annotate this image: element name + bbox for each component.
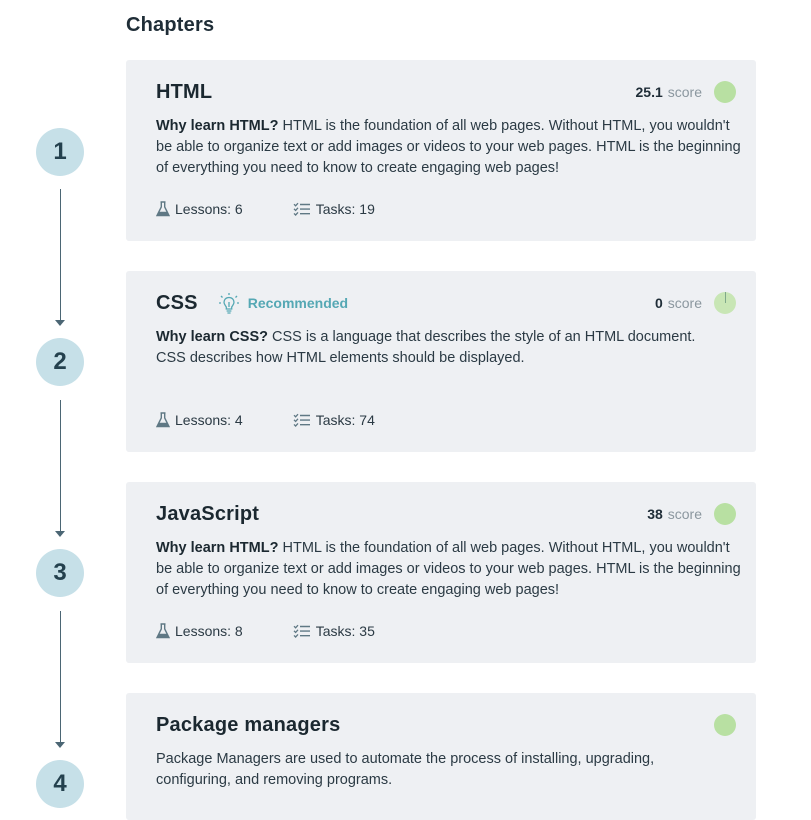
chapter-score — [702, 714, 736, 736]
chapter-score: 0 score — [655, 292, 736, 314]
chapter-description: Why learn HTML? HTML is the foundation o… — [156, 116, 746, 179]
chapter-card-package-managers[interactable]: Package managers Package Managers are us… — [126, 693, 756, 820]
checklist-icon — [293, 413, 310, 427]
step-number-4: 4 — [36, 760, 84, 808]
lessons-count: Lessons: 6 — [156, 201, 243, 217]
progress-circle-icon — [714, 503, 736, 525]
connector-arrow-icon — [54, 189, 66, 326]
description-lead: Why learn CSS? — [156, 329, 268, 345]
checklist-icon — [293, 202, 310, 216]
chapter-title[interactable]: HTML — [156, 81, 212, 104]
tasks-count: Tasks: 74 — [293, 412, 375, 428]
step-number-3: 3 — [36, 549, 84, 597]
chapter-title[interactable]: Package managers — [156, 714, 340, 737]
chapter-stats: Lessons: 8 Tasks: 35 — [156, 623, 375, 639]
tasks-count: Tasks: 19 — [293, 201, 375, 217]
chapter-score: 25.1 score — [636, 81, 736, 103]
flask-icon — [156, 412, 170, 428]
flask-icon — [156, 201, 170, 217]
chapter-score: 38 score — [647, 503, 736, 525]
score-label: score — [667, 84, 702, 100]
tasks-count: Tasks: 35 — [293, 623, 375, 639]
score-value: 38 — [647, 506, 663, 522]
progress-circle-icon — [714, 292, 736, 314]
description-lead: Why learn HTML? — [156, 540, 279, 556]
score-label: score — [667, 295, 702, 311]
lessons-count: Lessons: 8 — [156, 623, 243, 639]
chapter-description: Why learn HTML? HTML is the foundation o… — [156, 538, 746, 601]
chapters-heading: Chapters — [126, 14, 215, 36]
description-lead: Why learn HTML? — [156, 118, 279, 134]
chapter-stats: Lessons: 4 Tasks: 74 — [156, 412, 375, 428]
chapter-card-css[interactable]: CSS Recommended 0 score Why learn CSS? C… — [126, 271, 756, 452]
recommended-badge: Recommended — [218, 292, 348, 314]
score-value: 25.1 — [635, 84, 663, 100]
description-text: Package Managers are used to automate th… — [156, 751, 655, 788]
chapter-card-javascript[interactable]: JavaScript 38 score Why learn HTML? HTML… — [126, 482, 756, 663]
chapter-title[interactable]: JavaScript — [156, 503, 259, 526]
score-value: 0 — [654, 295, 663, 311]
progress-circle-icon — [714, 714, 736, 736]
connector-arrow-icon — [54, 400, 66, 537]
lessons-count: Lessons: 4 — [156, 412, 243, 428]
progress-circle-icon — [714, 81, 736, 103]
chapter-description: Why learn CSS? CSS is a language that de… — [156, 327, 716, 369]
score-label: score — [667, 506, 702, 522]
chapter-stats: Lessons: 6 Tasks: 19 — [156, 201, 375, 217]
connector-arrow-icon — [54, 611, 66, 748]
checklist-icon — [293, 624, 310, 638]
chapter-card-html[interactable]: HTML 25.1 score Why learn HTML? HTML is … — [126, 60, 756, 241]
step-number-2: 2 — [36, 338, 84, 386]
chapter-timeline: 1 2 3 4 — [0, 0, 120, 820]
step-number-1: 1 — [36, 128, 84, 176]
chapter-title[interactable]: CSS — [156, 292, 198, 315]
lightbulb-icon — [218, 293, 239, 314]
chapter-description: Package Managers are used to automate th… — [156, 749, 676, 791]
flask-icon — [156, 623, 170, 639]
